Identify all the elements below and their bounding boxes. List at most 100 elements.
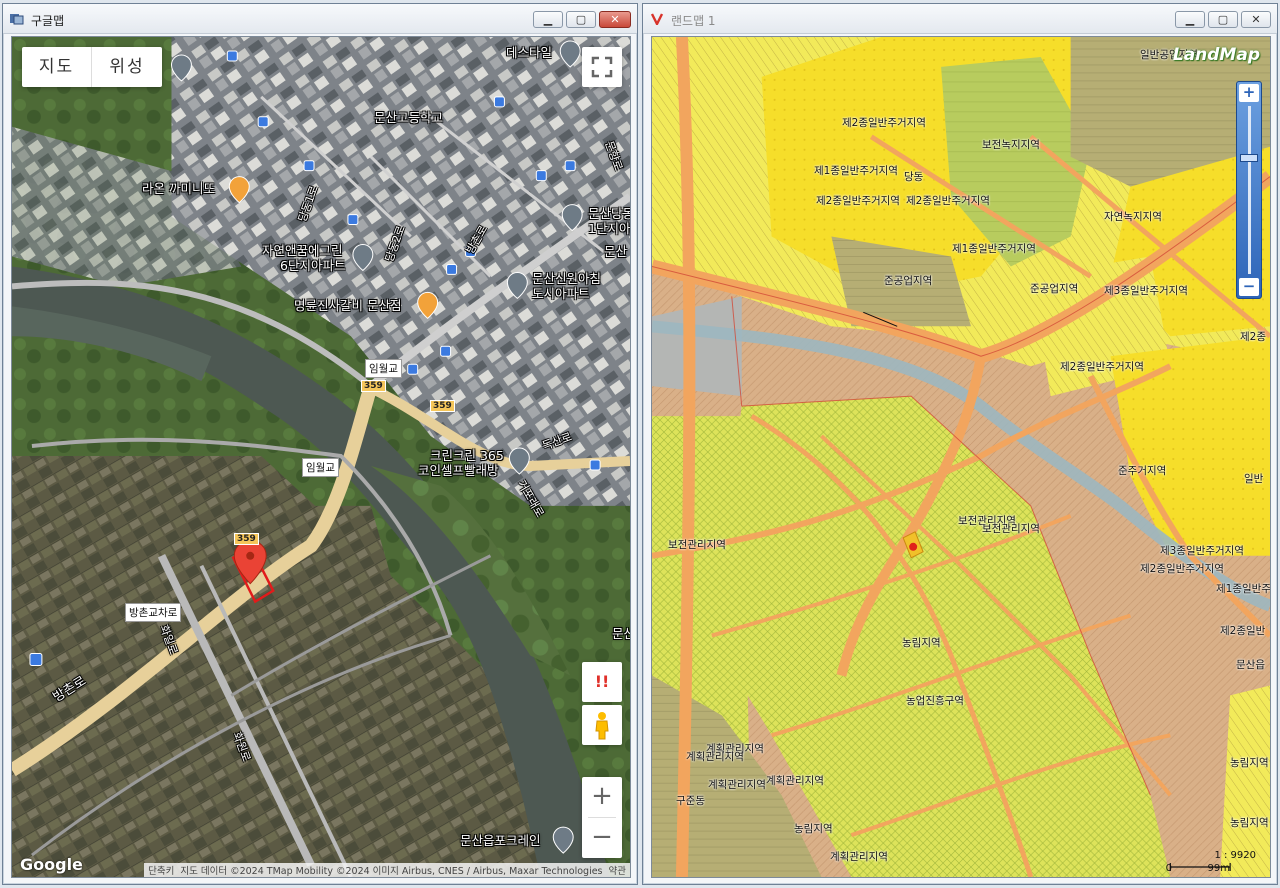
zoning-label[interactable]: 농업진흥구역 xyxy=(906,693,964,708)
zoning-label[interactable]: 농림지역 xyxy=(1230,755,1269,770)
title-bar[interactable]: 랜드맵 1 ▁ ▢ ✕ xyxy=(643,4,1277,34)
pegman-icon xyxy=(595,712,609,740)
bridge-label: 임월교 xyxy=(302,458,339,477)
minimize-button[interactable]: ▁ xyxy=(533,11,563,28)
zoning-label[interactable]: 제3종일반주거지역 xyxy=(1160,543,1244,558)
crossroad-label: 방촌교차로 xyxy=(125,603,182,622)
zoning-label[interactable]: 제1종일반주거지역 xyxy=(814,163,898,178)
fullscreen-icon xyxy=(591,56,613,78)
map-label[interactable]: 데스타일 xyxy=(506,46,552,60)
route-shield: 359 xyxy=(361,380,386,392)
minimize-icon: ▁ xyxy=(1185,13,1195,26)
title-bar[interactable]: 구글맵 ▁ ▢ ✕ xyxy=(3,4,637,34)
zoom-track[interactable] xyxy=(1248,106,1251,274)
app-icon xyxy=(10,14,24,25)
maximize-button[interactable]: ▢ xyxy=(566,11,596,28)
zoning-label[interactable]: 보전녹지지역 xyxy=(982,137,1040,152)
close-icon: ✕ xyxy=(610,13,620,26)
zoning-label[interactable]: 제1종일반주 xyxy=(1216,581,1270,596)
zoning-label[interactable]: 자연녹지지역 xyxy=(1104,209,1162,224)
zoning-label[interactable]: 계획관리지역 xyxy=(766,773,824,788)
landmap-logo: LandMap xyxy=(1172,45,1260,65)
zoning-label[interactable]: 준공업지역 xyxy=(884,273,932,288)
zoning-label[interactable]: 보전관리지역 xyxy=(668,537,726,552)
attribution-bar: 단축키 지도 데이터 ©2024 TMap Mobility ©2024 이미지… xyxy=(144,863,630,877)
map-label[interactable]: 문산고등학교 xyxy=(374,111,443,125)
map-label[interactable]: 6단지아파트 xyxy=(280,259,345,273)
zoning-label[interactable]: 농림지역 xyxy=(794,821,833,836)
zoning-label[interactable]: 당동 xyxy=(904,169,923,184)
maximize-button[interactable]: ▢ xyxy=(1208,11,1238,28)
map-label[interactable]: 문산신원아침 xyxy=(532,272,601,286)
maximize-icon: ▢ xyxy=(575,13,587,26)
minimize-icon: ▁ xyxy=(543,13,553,26)
map-data-attribution: 지도 데이터 ©2024 TMap Mobility ©2024 이미지 Air… xyxy=(180,866,603,877)
map-scale-ratio: 1 : 9920 xyxy=(1214,850,1256,861)
google-map-viewport[interactable]: 데스타일 문산고등학교 라온 까미니또 당동1로 자연앤꿈에그린 6단지아파트 … xyxy=(11,36,631,878)
map-label[interactable]: 도시아파트 xyxy=(532,287,590,301)
zoning-label[interactable]: 구준동 xyxy=(676,793,705,808)
route-shield: 359 xyxy=(234,533,259,545)
window-title: 구글맵 xyxy=(31,14,65,28)
zoning-label[interactable]: 농림지역 xyxy=(902,635,941,650)
scale-bar-distance: 99m xyxy=(1207,863,1230,874)
map-label[interactable]: 문산 xyxy=(612,627,630,641)
scale-bar-zero: 0 xyxy=(1165,863,1172,874)
map-label[interactable]: 라온 까미니또 xyxy=(142,182,215,196)
close-button[interactable]: ✕ xyxy=(599,11,631,28)
map-type-control: 지도 위성 xyxy=(22,47,162,87)
map-label[interactable]: 문산읍포크레인 xyxy=(460,834,541,848)
zoning-label[interactable]: 제2종 xyxy=(1240,329,1266,344)
map-label[interactable]: 문산당동 xyxy=(588,207,630,221)
zoning-label[interactable]: 제2종일반주거지역 xyxy=(816,193,900,208)
app-icon xyxy=(650,13,664,25)
satellite-imagery[interactable] xyxy=(12,37,630,877)
keyboard-shortcuts-link[interactable]: 단축키 xyxy=(148,863,174,877)
landmap-viewport[interactable]: 일반공업지역 제2종일반주거지역 보전녹지지역 제1종일반주거지역 당동 제2종… xyxy=(651,36,1271,878)
google-map-window: 구글맵 ▁ ▢ ✕ 데스타일 문산고등학교 라온 까미니또 당동1로 자연앤꿈에… xyxy=(2,3,638,885)
zoning-label[interactable]: 농림지역 xyxy=(1230,815,1269,830)
bridge-label: 임월교 xyxy=(365,359,402,378)
zoom-in-button[interactable]: + xyxy=(1239,84,1259,102)
zoom-slider[interactable]: + − xyxy=(1236,81,1262,299)
map-label[interactable]: 문산 xyxy=(604,245,627,259)
zoom-out-button[interactable]: − xyxy=(1239,278,1259,296)
map-type-map-button[interactable]: 지도 xyxy=(22,47,92,87)
zoning-label[interactable]: 문산읍 xyxy=(1236,657,1265,672)
zoning-label[interactable]: 보전관리지역 xyxy=(982,521,1040,536)
map-label[interactable]: 명륜진사갈비 문산점 xyxy=(294,299,401,313)
zoning-label[interactable]: 제1종일반주거지역 xyxy=(952,241,1036,256)
zoning-label[interactable]: 제2종일반주거지역 xyxy=(906,193,990,208)
map-label[interactable]: 1단지아 xyxy=(588,222,630,236)
zoom-thumb[interactable] xyxy=(1240,154,1258,162)
map-label[interactable]: 크린크린 365 xyxy=(430,449,504,463)
fullscreen-button[interactable] xyxy=(582,47,622,87)
zoning-label[interactable]: 계획관리지역 xyxy=(708,777,766,792)
close-button[interactable]: ✕ xyxy=(1241,11,1271,28)
window-title: 랜드맵 1 xyxy=(671,14,716,28)
zoning-label[interactable]: 일반 xyxy=(1244,471,1263,486)
map-label[interactable]: 코인셀프빨래방 xyxy=(418,464,499,478)
zoning-label[interactable]: 계획관리지역 xyxy=(830,849,888,864)
zoning-label[interactable]: 제2종일반주거지역 xyxy=(1060,359,1144,374)
zoning-label[interactable]: 제2종일반주거지역 xyxy=(1140,561,1224,576)
minimize-button[interactable]: ▁ xyxy=(1175,11,1205,28)
report-issue-button[interactable]: !! xyxy=(582,662,622,702)
street-view-pegman-button[interactable] xyxy=(582,705,622,745)
map-label[interactable]: 자연앤꿈에그린 xyxy=(262,244,343,258)
map-type-satellite-button[interactable]: 위성 xyxy=(92,47,162,87)
zoom-in-button[interactable]: + xyxy=(582,777,622,817)
zoom-control: + − xyxy=(582,777,622,858)
zoning-label[interactable]: 제2종일반주거지역 xyxy=(842,115,926,130)
maximize-icon: ▢ xyxy=(1217,13,1229,26)
route-shield: 359 xyxy=(430,400,455,412)
zoning-label[interactable]: 준공업지역 xyxy=(1030,281,1078,296)
google-logo: Google xyxy=(20,855,83,874)
zoom-out-button[interactable]: − xyxy=(582,818,622,858)
zoning-label[interactable]: 제2종일반 xyxy=(1220,623,1265,638)
zoning-label[interactable]: 계획관리지역 xyxy=(686,749,744,764)
zoning-label[interactable]: 제3종일반주거지역 xyxy=(1104,283,1188,298)
terms-link[interactable]: 약관 xyxy=(609,863,626,877)
landmap-window: 랜드맵 1 ▁ ▢ ✕ 일반공업지역 제2종일반주거지역 보전녹지지역 제1종일… xyxy=(642,3,1278,885)
zoning-label[interactable]: 준주거지역 xyxy=(1118,463,1166,478)
